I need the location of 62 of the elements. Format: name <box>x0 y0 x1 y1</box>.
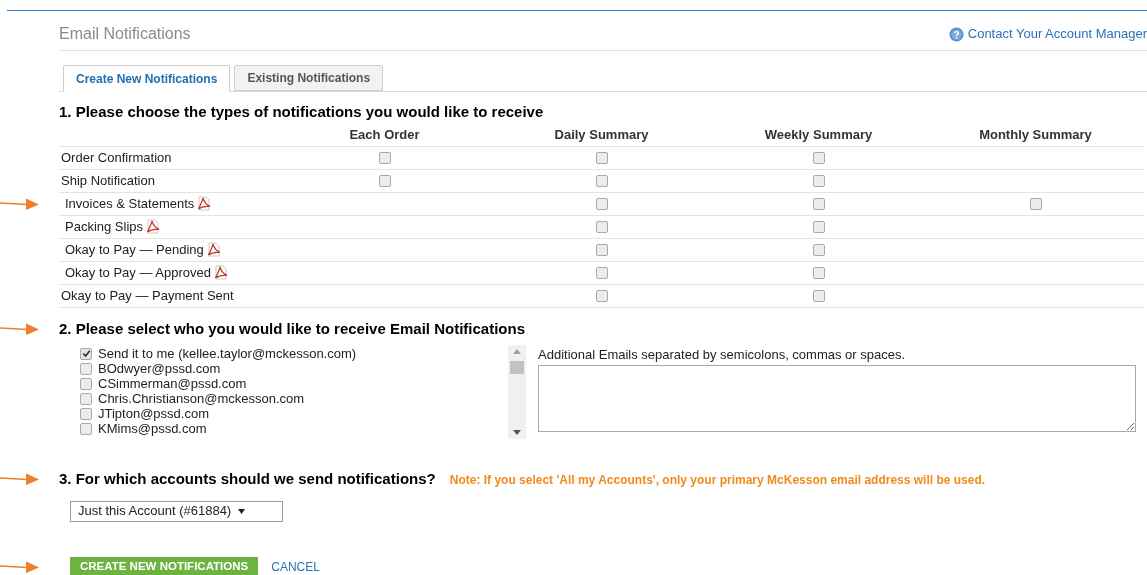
additional-emails-field[interactable] <box>538 365 1136 432</box>
checkbox[interactable] <box>595 243 608 256</box>
field-label: Additional Emails separated by semicolons, commas or spaces. <box>538 346 907 363</box>
help-icon <box>948 26 964 42</box>
column-header: Each Order <box>349 125 420 144</box>
caret-icon <box>238 508 246 514</box>
column-header: Daily Summary <box>554 125 649 144</box>
row-label: Packing Slips <box>65 217 144 236</box>
checkbox[interactable] <box>812 243 825 256</box>
recipient-email: Chris.Christianson@mckesson.com <box>98 390 305 408</box>
pdf-icon[interactable] <box>213 265 228 280</box>
scrollbar[interactable] <box>508 345 526 439</box>
checkbox[interactable] <box>80 407 92 420</box>
section-heading: 1. Please choose the types of notifications you would like to receive <box>59 102 545 122</box>
checkbox[interactable] <box>378 151 391 164</box>
checkbox[interactable] <box>812 151 825 164</box>
checkbox[interactable] <box>595 220 608 233</box>
tab[interactable]: Create New Notifications <box>63 65 231 92</box>
pdf-icon[interactable] <box>206 242 221 257</box>
scroll-up-icon[interactable] <box>513 349 521 354</box>
checkbox[interactable] <box>812 266 825 279</box>
checkbox[interactable] <box>80 362 92 375</box>
recipient-email: Send it to me (kellee.taylor@mckesson.com) <box>98 345 357 363</box>
checkbox[interactable] <box>812 289 825 302</box>
row-label: Ship Notification <box>61 171 155 190</box>
row-label: Invoices & Statements <box>65 194 195 213</box>
section-heading: 3. For which accounts should we send notifications? <box>59 469 436 489</box>
row-label: Okay to Pay — Pending <box>65 240 204 259</box>
page-title: Email Notifications <box>59 24 191 44</box>
pdf-icon[interactable] <box>146 219 161 234</box>
note-text: Note: If you select 'All my Accounts', only your primary McKesson email address will be used. <box>449 472 986 489</box>
column-header: Monthly Summary <box>979 125 1092 144</box>
checkbox[interactable] <box>80 347 92 360</box>
row-label: Okay to Pay — Payment Sent <box>61 286 234 305</box>
checkbox[interactable] <box>812 220 825 233</box>
row-label: Order Confirmation <box>61 148 172 167</box>
checkbox[interactable] <box>595 174 608 187</box>
pdf-icon[interactable] <box>197 196 212 211</box>
account-dropdown[interactable]: Just this Account (#61884) <box>70 500 283 522</box>
checkbox[interactable] <box>378 174 391 187</box>
row-label: Okay to Pay — Approved <box>65 263 211 282</box>
checkbox[interactable] <box>595 197 608 210</box>
checkbox[interactable] <box>80 377 92 390</box>
checkbox[interactable] <box>1029 197 1042 210</box>
checkbox[interactable] <box>812 174 825 187</box>
checkbox[interactable] <box>80 392 92 405</box>
scroll-down-icon[interactable] <box>513 430 521 435</box>
recipient-email: CSimmerman@pssd.com <box>98 375 247 393</box>
help-link[interactable]: Contact Your Account Manager <box>948 24 1147 44</box>
checkbox[interactable] <box>595 266 608 279</box>
column-header: Weekly Summary <box>764 125 873 144</box>
checkbox[interactable] <box>812 197 825 210</box>
cancel-link[interactable]: CANCEL <box>271 557 320 575</box>
section-heading: 2. Please select who you would like to receive Email Notifications <box>59 317 1147 340</box>
recipient-email: KMims@pssd.com <box>98 420 207 438</box>
recipient-email: BOdwyer@pssd.com <box>98 360 221 378</box>
checkbox[interactable] <box>80 422 92 435</box>
checkbox[interactable] <box>595 289 608 302</box>
scrollbar-thumb[interactable] <box>510 361 524 374</box>
recipient-email: JTipton@pssd.com <box>98 405 209 423</box>
checkbox[interactable] <box>595 151 608 164</box>
tab[interactable]: Existing Notifications <box>234 65 384 91</box>
